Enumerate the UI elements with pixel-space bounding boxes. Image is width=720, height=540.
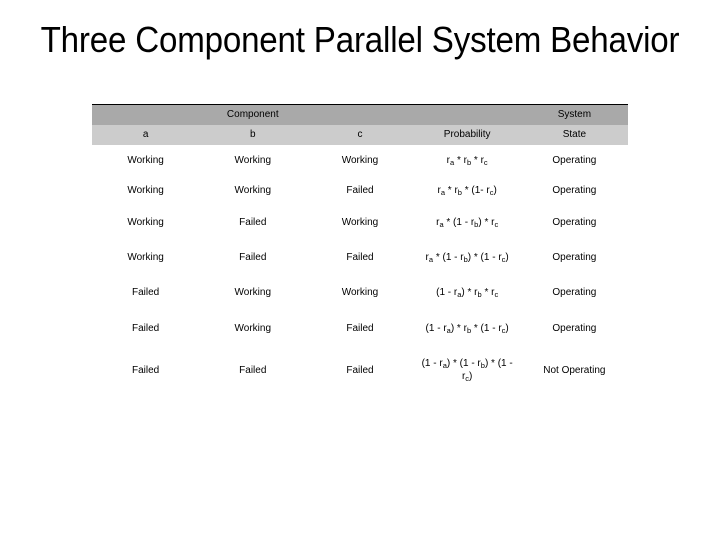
cell-component-c: Failed bbox=[306, 175, 414, 205]
probability-formula: (1 - ra) * rb * rc bbox=[436, 287, 499, 299]
cell-state: Operating bbox=[520, 145, 628, 175]
cell-component-c: Working bbox=[306, 205, 414, 240]
probability-formula: (1 - ra) * rb * (1 - rc) bbox=[425, 323, 509, 335]
probability-formula: ra * (1 - rb) * (1 - rc) bbox=[425, 252, 509, 264]
cell-component-c: Working bbox=[306, 275, 414, 310]
cell-state: Operating bbox=[520, 205, 628, 240]
group-header-spacer bbox=[413, 105, 521, 125]
probability-formula: ra * (1 - rb) * rc bbox=[436, 217, 499, 229]
column-header-a: a bbox=[92, 125, 200, 145]
cell-component-a: Working bbox=[92, 205, 200, 240]
cell-probability: ra * (1 - rb) * (1 - rc) bbox=[413, 240, 521, 275]
table-group-header-row: Component System bbox=[92, 105, 628, 125]
page-title: Three Component Parallel System Behavior bbox=[40, 19, 680, 60]
cell-component-b: Working bbox=[199, 310, 307, 347]
table-row: Failed Working Failed (1 - ra) * rb * (1… bbox=[92, 310, 628, 347]
cell-component-c: Working bbox=[306, 145, 414, 175]
cell-component-b: Working bbox=[199, 275, 307, 310]
cell-component-b: Working bbox=[199, 145, 307, 175]
probability-formula: (1 - ra) * (1 - rb) * (1 - rc) bbox=[421, 358, 513, 383]
group-header-system: System bbox=[520, 105, 628, 125]
column-header-state: State bbox=[520, 125, 628, 145]
cell-probability: (1 - ra) * rb * rc bbox=[413, 275, 521, 310]
cell-state: Operating bbox=[520, 310, 628, 347]
cell-component-a: Working bbox=[92, 145, 200, 175]
cell-component-c: Failed bbox=[306, 310, 414, 347]
table-row: Working Failed Working ra * (1 - rb) * r… bbox=[92, 205, 628, 240]
group-header-component: Component bbox=[92, 105, 414, 125]
cell-component-a: Failed bbox=[92, 275, 200, 310]
column-header-probability: Probability bbox=[413, 125, 521, 145]
cell-component-a: Working bbox=[92, 175, 200, 205]
table-row: Working Failed Failed ra * (1 - rb) * (1… bbox=[92, 240, 628, 275]
system-behavior-table: Component System a b c Probability State… bbox=[92, 105, 628, 393]
table-body: Working Working Working ra * rb * rc Ope… bbox=[92, 145, 628, 393]
cell-component-b: Failed bbox=[199, 205, 307, 240]
column-header-b: b bbox=[199, 125, 307, 145]
table-row: Working Working Failed ra * rb * (1- rc)… bbox=[92, 175, 628, 205]
table-row: Failed Failed Failed (1 - ra) * (1 - rb)… bbox=[92, 347, 628, 393]
cell-component-a: Working bbox=[92, 240, 200, 275]
behavior-table-container: Component System a b c Probability State… bbox=[92, 104, 628, 393]
cell-component-b: Working bbox=[199, 175, 307, 205]
cell-state: Operating bbox=[520, 240, 628, 275]
cell-probability: (1 - ra) * rb * (1 - rc) bbox=[413, 310, 521, 347]
cell-component-c: Failed bbox=[306, 347, 414, 393]
cell-component-a: Failed bbox=[92, 310, 200, 347]
cell-probability: (1 - ra) * (1 - rb) * (1 - rc) bbox=[413, 347, 521, 393]
cell-probability: ra * (1 - rb) * rc bbox=[413, 205, 521, 240]
probability-formula: ra * rb * (1- rc) bbox=[437, 184, 497, 197]
cell-component-c: Failed bbox=[306, 240, 414, 275]
cell-component-b: Failed bbox=[199, 240, 307, 275]
cell-state: Not Operating bbox=[520, 347, 628, 393]
table-row: Working Working Working ra * rb * rc Ope… bbox=[92, 145, 628, 175]
cell-probability: ra * rb * (1- rc) bbox=[413, 175, 521, 205]
cell-state: Operating bbox=[520, 275, 628, 310]
cell-probability: ra * rb * rc bbox=[413, 145, 521, 175]
table-head: Component System a b c Probability State bbox=[92, 105, 628, 145]
cell-component-a: Failed bbox=[92, 347, 200, 393]
cell-component-b: Failed bbox=[199, 347, 307, 393]
column-header-c: c bbox=[306, 125, 414, 145]
table-column-header-row: a b c Probability State bbox=[92, 125, 628, 145]
cell-state: Operating bbox=[520, 175, 628, 205]
probability-formula: ra * rb * rc bbox=[446, 154, 488, 167]
table-row: Failed Working Working (1 - ra) * rb * r… bbox=[92, 275, 628, 310]
